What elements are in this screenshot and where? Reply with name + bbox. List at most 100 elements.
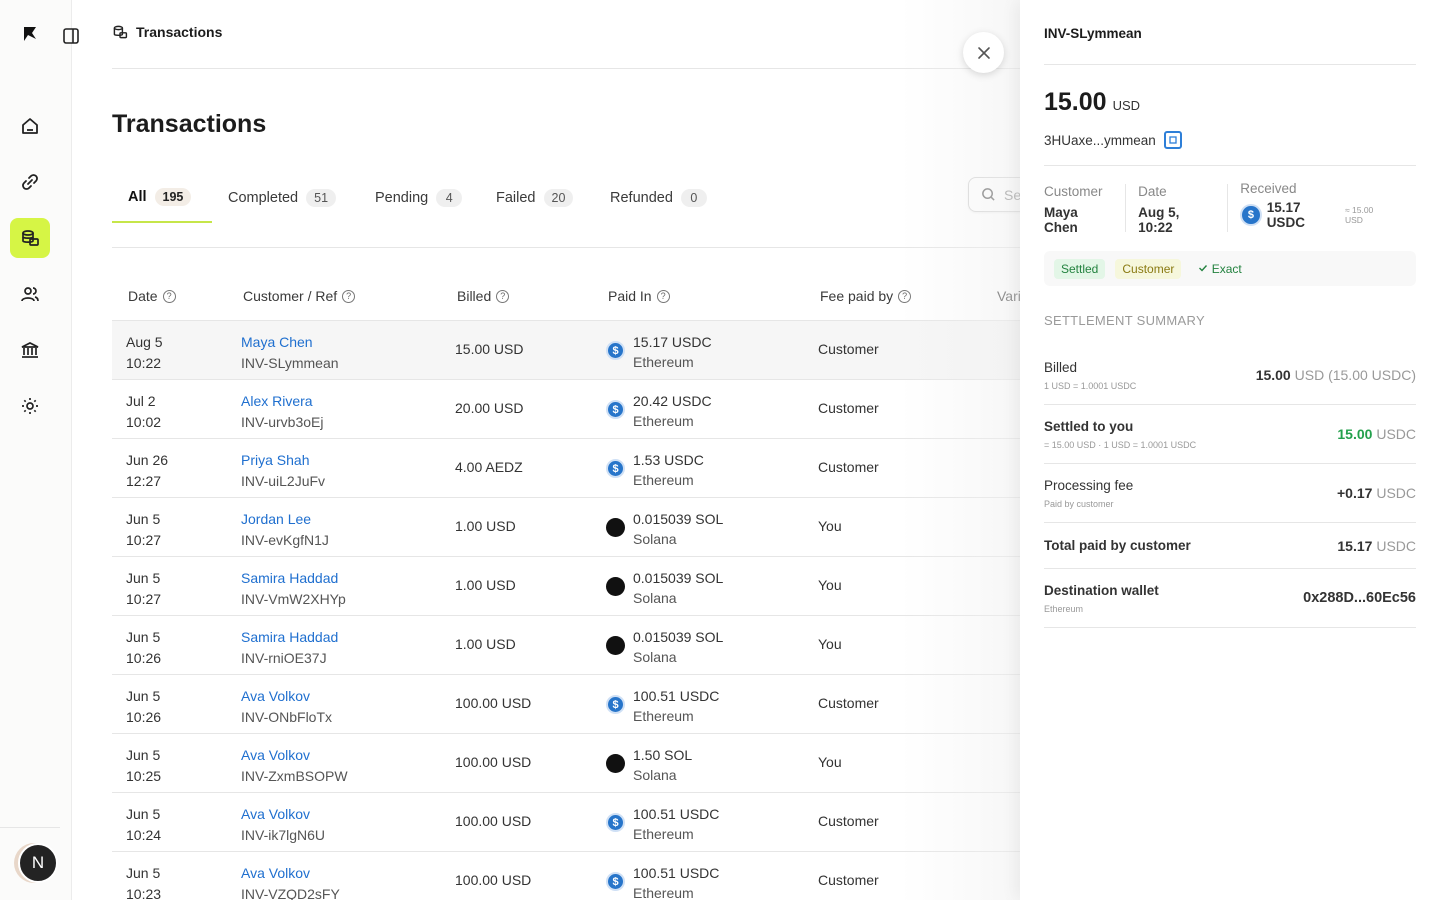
- transaction-detail-drawer: INV-SLymmean 15.00 USD 3HUaxe...ymmean C…: [1020, 0, 1440, 900]
- tab-refunded[interactable]: Refunded 0: [610, 172, 707, 223]
- customer-link[interactable]: Samira Haddad: [241, 627, 338, 648]
- network-name: Solana: [633, 531, 677, 547]
- tab-label: Failed: [496, 189, 536, 206]
- help-icon[interactable]: ?: [162, 289, 176, 303]
- drawer-title: INV-SLymmean: [1044, 26, 1142, 41]
- tx-hash-text: 3HUaxe...ymmean: [1044, 132, 1156, 148]
- table-row[interactable]: Jun 5 10:23 Ava Volkov INV-VZQD2sFY 100.00 U…: [112, 852, 1112, 900]
- sol-coin-icon: [606, 636, 625, 655]
- customer-link[interactable]: Priya Shah: [241, 450, 325, 471]
- bank-icon[interactable]: [10, 330, 50, 370]
- customer-link[interactable]: Ava Volkov: [241, 745, 348, 766]
- summary-row-wallet: Destination wallet Ethereum 0x288D...60E…: [1044, 569, 1416, 628]
- billed-cell: 20.00 USD: [455, 400, 524, 416]
- time-text: 10:26: [126, 709, 162, 725]
- table-row[interactable]: Jun 5 10:27 Samira Haddad INV-VmW2XHYp 1.00 …: [112, 557, 1112, 616]
- customer-cell: Alex Rivera INV-urvb3oEj: [241, 391, 323, 433]
- row-sublabel: 1 USD = 1.0001 USDC: [1044, 381, 1137, 391]
- col-label: Billed: [457, 288, 492, 304]
- date-text: Jun 5: [126, 688, 161, 704]
- paid-in-cell: 1.50 SOL Solana: [606, 745, 692, 785]
- customer-link[interactable]: Ava Volkov: [241, 804, 325, 825]
- paid-in-cell: $1.53 USDC Ethereum: [606, 450, 704, 490]
- date-text: Jun 5: [126, 865, 161, 881]
- help-icon[interactable]: ?: [342, 289, 356, 303]
- usdc-coin-icon: $: [606, 813, 625, 832]
- value-unit: USDC: [1376, 426, 1416, 442]
- table-row[interactable]: Jun 5 10:25 Ava Volkov INV-ZxmBSOPW 100.00 U…: [112, 734, 1112, 793]
- tab-count: 0: [680, 188, 707, 207]
- time-text: 10:27: [126, 532, 162, 548]
- search-icon: [982, 188, 995, 201]
- summary-row-total: Total paid by customer 15.17 USDC: [1044, 523, 1416, 569]
- user-avatar[interactable]: N: [18, 843, 58, 883]
- received-equivalent: ≈ 15.00 USD: [1344, 205, 1374, 225]
- usdc-coin-icon: $: [606, 400, 625, 419]
- tab-failed[interactable]: Failed 20: [496, 172, 574, 223]
- value-unit: USD (15.00 USDC): [1294, 367, 1416, 383]
- help-icon[interactable]: ?: [496, 289, 510, 303]
- customer-link[interactable]: Alex Rivera: [241, 391, 323, 412]
- tab-all[interactable]: All 195: [112, 172, 212, 223]
- divider: [1044, 165, 1416, 166]
- tab-label: All: [128, 188, 147, 205]
- tab-count: 4: [436, 188, 463, 207]
- status-badges: Settled Customer Exact: [1044, 251, 1416, 286]
- logo-flag-icon[interactable]: [18, 22, 42, 46]
- table-row[interactable]: Jun 26 12:27 Priya Shah INV-uiL2JuFv 4.00 AE…: [112, 439, 1112, 498]
- table-row[interactable]: Jun 5 10:24 Ava Volkov INV-ik7lgN6U 100.00 U…: [112, 793, 1112, 852]
- tab-count: 20: [543, 188, 574, 207]
- table-row[interactable]: Jun 5 10:26 Ava Volkov INV-ONbFloTx 100.00 U…: [112, 675, 1112, 734]
- col-billed[interactable]: Billed?: [457, 288, 510, 304]
- col-label: Date: [128, 288, 158, 304]
- time-text: 10:02: [126, 414, 162, 430]
- home-icon[interactable]: [10, 106, 50, 146]
- col-fee-paid-by[interactable]: Fee paid by?: [820, 288, 912, 304]
- transactions-icon[interactable]: [10, 218, 50, 258]
- col-customer[interactable]: Customer / Ref?: [243, 288, 356, 304]
- customer-link[interactable]: Maya Chen: [241, 332, 339, 353]
- col-label: Vari: [997, 288, 1021, 304]
- table-row[interactable]: Aug 5 10:22 Maya Chen INV-SLymmean 15.00 USD…: [112, 321, 1112, 380]
- toggle-sidebar-icon[interactable]: [60, 25, 82, 47]
- fee-paid-by-cell: Customer: [818, 459, 879, 475]
- billed-cell: 100.00 USD: [455, 695, 532, 711]
- row-value: 15.00 USDC: [1337, 426, 1416, 442]
- date-text: Jun 5: [126, 747, 161, 763]
- col-date[interactable]: Date?: [128, 288, 176, 304]
- table-header: Date? Customer / Ref? Billed? Paid In? F…: [112, 270, 1112, 321]
- page-title: Transactions: [112, 110, 267, 138]
- paid-amount: 100.51 USDC: [633, 688, 720, 704]
- customer-link[interactable]: Ava Volkov: [241, 863, 340, 884]
- help-icon[interactable]: ?: [898, 289, 912, 303]
- copy-icon[interactable]: [1163, 131, 1182, 149]
- col-label: Paid In: [608, 288, 652, 304]
- customer-link[interactable]: Ava Volkov: [241, 686, 332, 707]
- table-row[interactable]: Jun 5 10:27 Jordan Lee INV-evKgfN1J 1.00 USD…: [112, 498, 1112, 557]
- col-variance[interactable]: Vari: [997, 288, 1021, 304]
- customer-link[interactable]: Jordan Lee: [241, 509, 329, 530]
- network-name: Ethereum: [633, 826, 694, 842]
- paid-amount: 1.50 SOL: [633, 747, 693, 763]
- link-icon[interactable]: [10, 162, 50, 202]
- wallet-address[interactable]: 0x288D...60Ec56: [1303, 590, 1416, 606]
- help-icon[interactable]: ?: [656, 289, 670, 303]
- col-paid-in[interactable]: Paid In?: [608, 288, 670, 304]
- network-name: Ethereum: [633, 472, 694, 488]
- invoice-ref: INV-rniOE37J: [241, 650, 327, 666]
- paid-amount: 0.015039 SOL: [633, 511, 724, 527]
- table-row[interactable]: Jun 5 10:26 Samira Haddad INV-rniOE37J 1.00 …: [112, 616, 1112, 675]
- settings-gear-icon[interactable]: [10, 386, 50, 426]
- status-badge-exact: Exact: [1191, 259, 1248, 279]
- tab-pending[interactable]: Pending 4: [375, 172, 463, 223]
- date-cell: Jun 5 10:26: [126, 686, 161, 728]
- paid-amount: 100.51 USDC: [633, 806, 720, 822]
- close-drawer-button[interactable]: [963, 32, 1004, 73]
- table-row[interactable]: Jul 2 10:02 Alex Rivera INV-urvb3oEj 20.00 U…: [112, 380, 1112, 439]
- sidebar: N: [0, 0, 72, 900]
- tab-completed[interactable]: Completed 51: [228, 172, 337, 223]
- customer-link[interactable]: Samira Haddad: [241, 568, 346, 589]
- summary-row-settled: Settled to you = 15.00 USD · 1 USD = 1.0…: [1044, 405, 1416, 464]
- customers-icon[interactable]: [10, 274, 50, 314]
- breadcrumb[interactable]: Transactions: [112, 24, 222, 40]
